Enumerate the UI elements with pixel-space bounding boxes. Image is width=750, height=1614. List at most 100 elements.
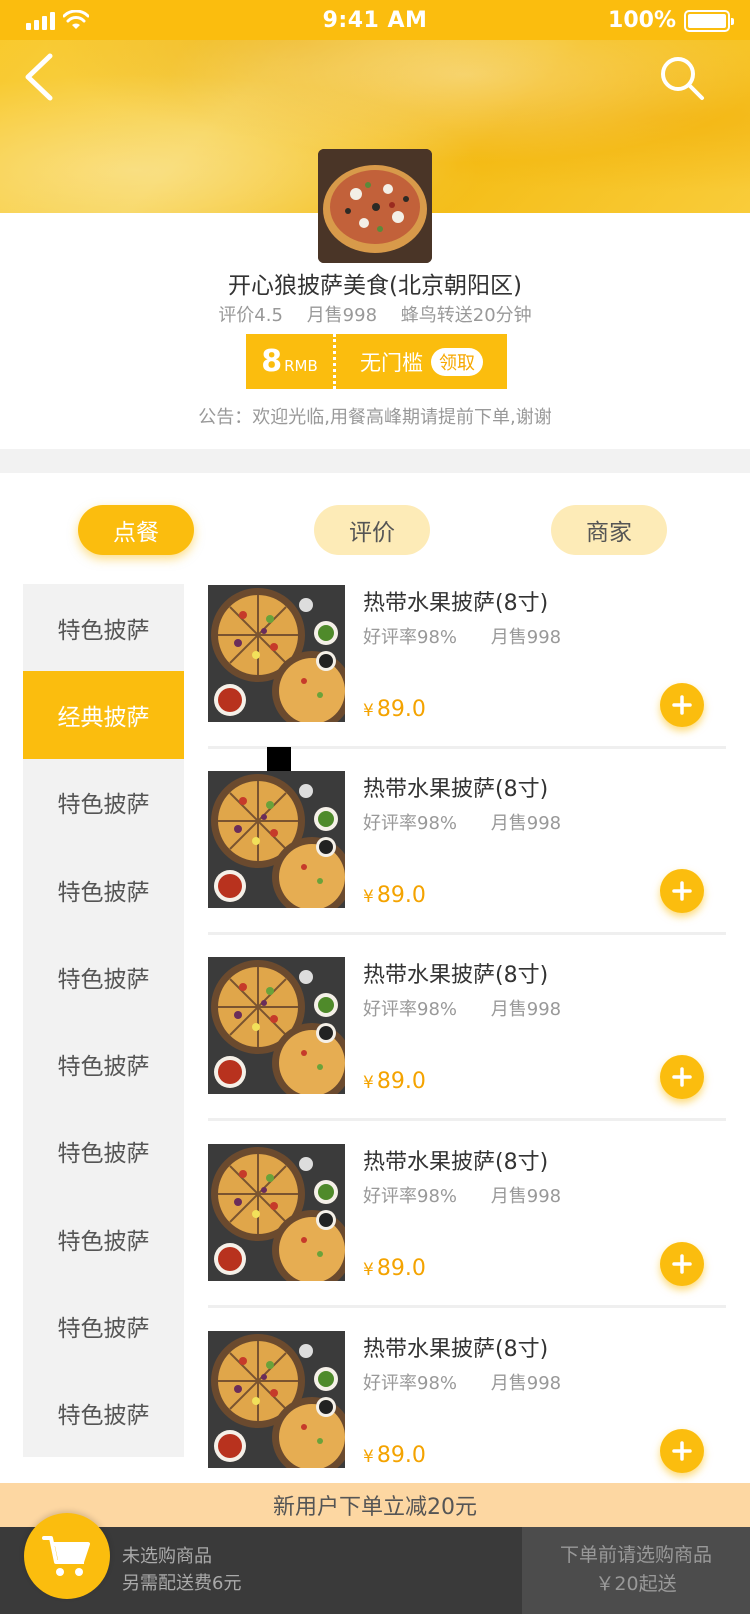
product-stats: 好评率98% 月售998	[363, 995, 561, 1021]
wifi-icon	[63, 10, 89, 29]
coupon-card[interactable]: 8 RMB 无门槛 领取	[246, 334, 507, 389]
category-item[interactable]: 特色披萨	[23, 584, 184, 671]
category-item[interactable]: 特色披萨	[23, 1108, 184, 1195]
add-to-cart-button[interactable]	[660, 869, 704, 913]
section-divider	[0, 449, 750, 473]
product-image	[208, 1331, 345, 1468]
category-item[interactable]: 特色披萨	[23, 846, 184, 933]
add-to-cart-button[interactable]	[660, 1429, 704, 1473]
product-image	[208, 585, 345, 722]
category-item[interactable]: 特色披萨	[23, 933, 184, 1020]
product-sales: 月售998	[490, 627, 562, 648]
product-divider	[208, 932, 726, 935]
product-price: ¥89.0	[363, 1443, 426, 1468]
product-rating: 好评率98%	[363, 1186, 458, 1207]
coupon-unit: RMB	[284, 356, 318, 375]
cart-button[interactable]	[24, 1513, 110, 1599]
coupon-claim-button[interactable]: 领取	[431, 347, 483, 376]
back-arrow-icon	[25, 53, 53, 101]
product-name: 热带水果披萨(8寸)	[363, 1337, 549, 1362]
store-notice: 公告：欢迎光临,用餐高峰期请提前下单,谢谢	[198, 407, 552, 428]
status-bar: 9:41 AM 100%	[0, 0, 750, 40]
plus-icon	[672, 695, 692, 715]
product-name: 热带水果披萨(8寸)	[363, 591, 549, 616]
checkout-minimum: ￥20起送	[595, 1573, 677, 1595]
product-rating: 好评率98%	[363, 813, 458, 834]
category-item[interactable]: 特色披萨	[23, 1282, 184, 1369]
signal-icon	[26, 12, 55, 30]
product-name: 热带水果披萨(8寸)	[363, 1150, 549, 1175]
add-to-cart-button[interactable]	[660, 683, 704, 727]
tab-merchant[interactable]: 商家	[551, 505, 667, 555]
search-button[interactable]	[658, 54, 708, 104]
currency-symbol: ¥	[363, 1073, 374, 1093]
product-stats: 好评率98% 月售998	[363, 1182, 561, 1208]
product-price: ¥89.0	[363, 883, 426, 908]
store-rating: 评价4.5	[218, 305, 283, 326]
product-card[interactable]: 热带水果披萨(8寸) 好评率98% 月售998 ¥89.0	[208, 771, 726, 957]
product-divider	[208, 1305, 726, 1308]
price-value: 89.0	[376, 1256, 426, 1281]
back-button[interactable]	[18, 50, 62, 104]
product-sales: 月售998	[490, 999, 562, 1020]
product-divider	[208, 1118, 726, 1121]
product-sales: 月售998	[490, 1373, 562, 1394]
cart-delivery-fee: 另需配送费6元	[122, 1573, 242, 1594]
category-item[interactable]: 特色披萨	[23, 1370, 184, 1457]
status-time: 9:41 AM	[322, 7, 428, 33]
product-price: ¥89.0	[363, 1069, 426, 1094]
cart-icon	[42, 1536, 90, 1576]
plus-icon	[672, 1067, 692, 1087]
price-value: 89.0	[376, 1069, 426, 1094]
cart-bar: 未选购商品 另需配送费6元 下单前请选购商品 ￥20起送	[0, 1527, 750, 1614]
store-monthly-sales: 月售998	[306, 305, 378, 326]
product-card[interactable]: 热带水果披萨(8寸) 好评率98% 月售998 ¥89.0	[208, 1144, 726, 1330]
category-item-active[interactable]: 经典披萨	[23, 671, 184, 759]
product-card[interactable]: 热带水果披萨(8寸) 好评率98% 月售998 ¥89.0	[208, 957, 726, 1143]
product-card[interactable]: 热带水果披萨(8寸) 好评率98% 月售998 ¥89.0	[208, 585, 726, 771]
plus-icon	[672, 881, 692, 901]
product-stats: 好评率98% 月售998	[363, 623, 561, 649]
battery-icon	[684, 9, 734, 32]
tab-reviews[interactable]: 评价	[314, 505, 430, 555]
product-sales: 月售998	[490, 813, 562, 834]
price-value: 89.0	[376, 883, 426, 908]
currency-symbol: ¥	[363, 887, 374, 907]
promo-banner: 新用户下单立减20元	[0, 1483, 750, 1527]
price-value: 89.0	[376, 697, 426, 722]
artifact-marker	[267, 747, 291, 771]
store-logo	[318, 149, 432, 263]
currency-symbol: ¥	[363, 1260, 374, 1280]
category-item[interactable]: 特色披萨	[23, 1020, 184, 1107]
product-rating: 好评率98%	[363, 1373, 458, 1394]
product-name: 热带水果披萨(8寸)	[363, 963, 549, 988]
product-price: ¥89.0	[363, 697, 426, 722]
checkout-hint: 下单前请选购商品	[559, 1544, 712, 1566]
checkout-button[interactable]: 下单前请选购商品 ￥20起送	[522, 1527, 750, 1614]
product-rating: 好评率98%	[363, 627, 458, 648]
category-item[interactable]: 特色披萨	[23, 1195, 184, 1282]
product-image	[208, 771, 345, 908]
add-to-cart-button[interactable]	[660, 1055, 704, 1099]
currency-symbol: ¥	[363, 1447, 374, 1467]
product-stats: 好评率98% 月售998	[363, 1369, 561, 1395]
price-value: 89.0	[376, 1443, 426, 1468]
currency-symbol: ¥	[363, 701, 374, 721]
product-price: ¥89.0	[363, 1256, 426, 1281]
product-rating: 好评率98%	[363, 999, 458, 1020]
tab-order[interactable]: 点餐	[78, 505, 194, 555]
coupon-condition: 无门槛	[360, 350, 423, 375]
battery-percent: 100%	[608, 8, 676, 33]
plus-icon	[672, 1441, 692, 1461]
store-meta: 评价4.5 月售998 蜂鸟转送20分钟	[0, 301, 750, 327]
store-name: 开心狼披萨美食(北京朝阳区)	[228, 273, 522, 299]
product-sales: 月售998	[490, 1186, 562, 1207]
coupon-value: 8	[261, 344, 283, 379]
category-item[interactable]: 特色披萨	[23, 759, 184, 846]
search-icon	[661, 57, 704, 100]
plus-icon	[672, 1254, 692, 1274]
product-name: 热带水果披萨(8寸)	[363, 777, 549, 802]
add-to-cart-button[interactable]	[660, 1242, 704, 1286]
cart-empty-label: 未选购商品	[122, 1546, 212, 1567]
coupon-amount: 8 RMB	[246, 334, 336, 389]
